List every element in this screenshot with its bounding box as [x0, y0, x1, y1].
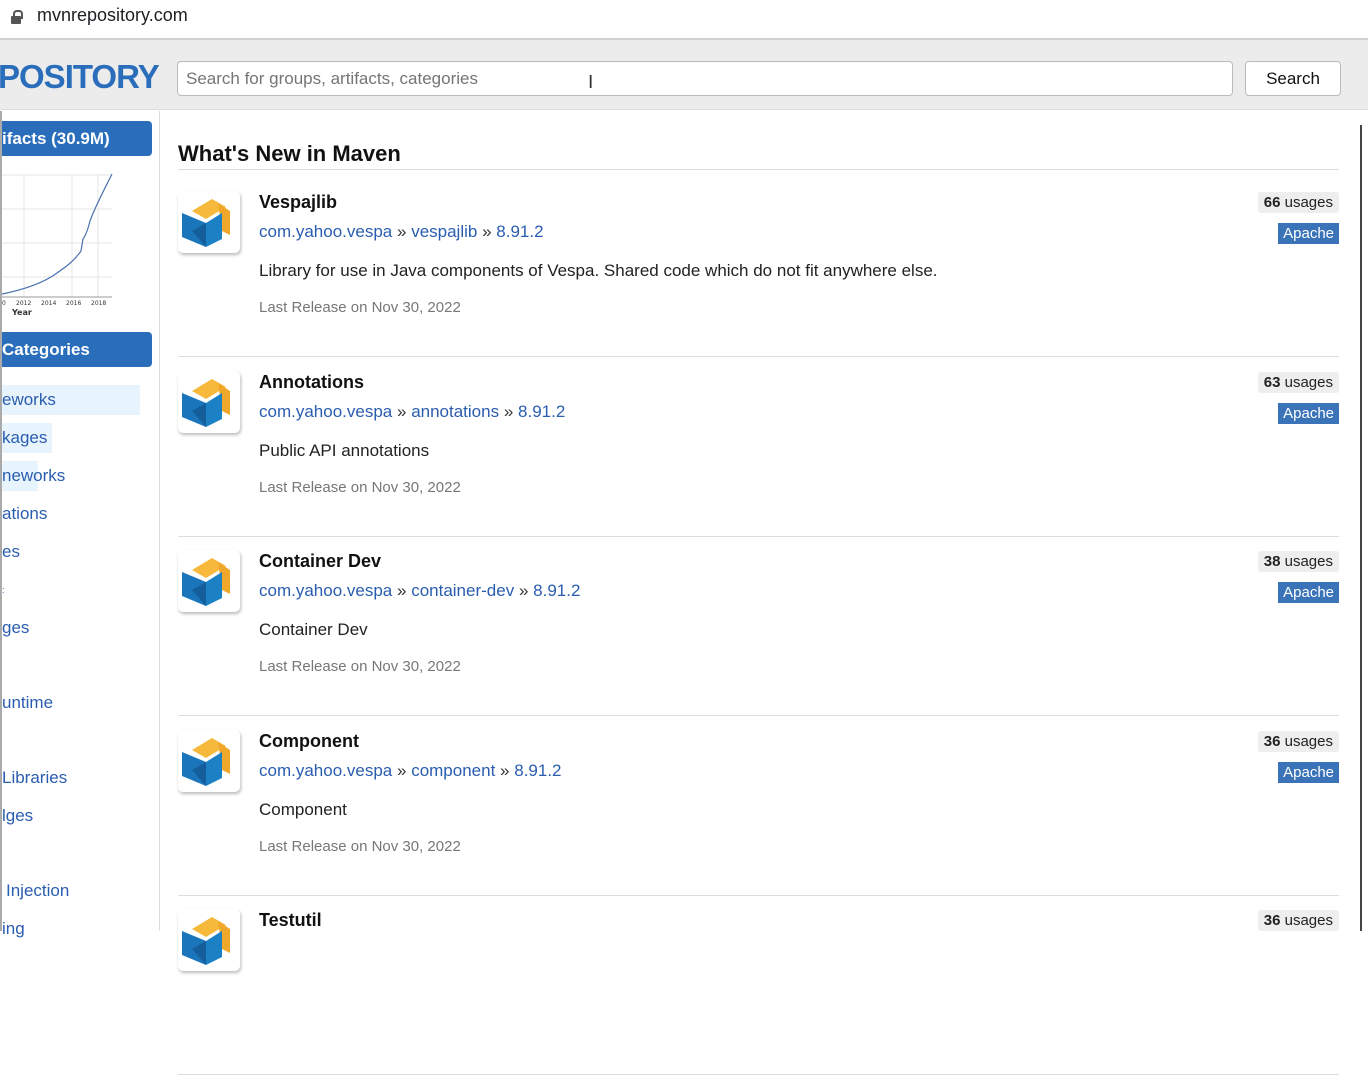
usages-label: usages [1284, 732, 1333, 750]
artifact-description: Component [259, 799, 347, 819]
last-release: Last Release on Nov 30, 2022 [259, 837, 461, 855]
artifact-description: Public API annotations [259, 440, 430, 460]
url-text[interactable]: mvnrepository.com [37, 5, 188, 26]
chart-x-tick: 0 [2, 300, 6, 307]
category-link[interactable]: neworks [2, 461, 66, 491]
category-link[interactable]: es [2, 537, 20, 567]
artifact-link[interactable]: vespajlib [411, 222, 477, 241]
last-release: Last Release on Nov 30, 2022 [259, 658, 461, 675]
site-header: POSITORY Search [0, 40, 1368, 110]
artifact-name[interactable]: Vespajlib [259, 192, 337, 213]
group-link[interactable]: com.yahoo.vespa [259, 222, 392, 241]
artifact-coordinates: com.yahoo.vespa » container-dev » 8.91.2 [259, 581, 581, 600]
usages-count: 38 [1263, 553, 1281, 570]
chart-x-tick: 2018 [91, 300, 106, 307]
license-badge[interactable]: Apache [1278, 223, 1339, 244]
artifact-logo-icon[interactable] [178, 370, 240, 433]
category-link[interactable]: : [2, 575, 5, 605]
artifact-list-item: Vespajlib 66 usages com.yahoo.vespa » vesp… [178, 178, 1339, 357]
usages-count: 36 [1263, 912, 1281, 929]
chart-x-label: Year [11, 308, 32, 317]
usages-count: 63 [1263, 373, 1281, 391]
artifact-coordinates: com.yahoo.vespa » annotations » 8.91.2 [259, 401, 566, 421]
artifact-name[interactable]: Testutil [259, 910, 322, 931]
chart-x-tick: 2012 [16, 300, 31, 307]
artifact-name[interactable]: Annotations [259, 372, 364, 393]
artifact-list-item: Testutil 36 usages [178, 896, 1339, 1075]
artifacts-growth-chart: 0 2012 2014 2016 2018 Year [2, 173, 113, 317]
last-release: Last Release on Nov 30, 2022 [259, 299, 461, 316]
artifact-logo-icon[interactable] [178, 729, 240, 792]
artifact-coordinates: com.yahoo.vespa » vespajlib » 8.91.2 [259, 222, 544, 241]
sidebar: ifacts (30.9M) 0 2012 2014 2016 2018 Yea… [0, 111, 160, 938]
usages-label: usages [1284, 912, 1333, 929]
last-release: Last Release on Nov 30, 2022 [259, 478, 461, 496]
scrollbar[interactable] [1360, 125, 1368, 931]
category-link[interactable]: ing [2, 914, 25, 944]
usages-badge[interactable]: 36 usages [1257, 910, 1339, 931]
usages-badge[interactable]: 66 usages [1257, 192, 1339, 213]
category-link[interactable]: kages [2, 423, 52, 453]
artifact-list-item: Annotations 63 usages com.yahoo.vespa » an… [178, 358, 1339, 537]
version-link[interactable]: 8.91.2 [518, 402, 565, 421]
artifact-list-item: Container Dev 38 usages com.yahoo.vespa » … [178, 537, 1339, 716]
artifact-description: Container Dev [259, 620, 368, 639]
category-link[interactable]: ations [2, 499, 47, 529]
text-cursor-icon: I [588, 72, 594, 93]
artifact-logo-icon[interactable] [178, 550, 240, 612]
site-logo[interactable]: POSITORY [0, 58, 160, 96]
version-link[interactable]: 8.91.2 [496, 222, 543, 241]
group-link[interactable]: com.yahoo.vespa [259, 402, 392, 421]
browser-address-bar[interactable]: mvnrepository.com [0, 0, 1368, 40]
lock-icon [11, 10, 23, 24]
artifact-coordinates: com.yahoo.vespa » component » 8.91.2 [259, 760, 562, 780]
search-button[interactable]: Search [1245, 61, 1341, 96]
artifact-link[interactable]: container-dev [411, 581, 514, 600]
version-link[interactable]: 8.91.2 [533, 581, 580, 600]
group-link[interactable]: com.yahoo.vespa [259, 761, 392, 780]
artifact-logo-icon[interactable] [178, 191, 240, 253]
indexed-artifacts-header[interactable]: ifacts (30.9M) [2, 121, 152, 156]
license-badge[interactable]: Apache [1278, 761, 1339, 783]
artifact-link[interactable]: annotations [411, 402, 499, 421]
usages-label: usages [1284, 553, 1333, 570]
usages-label: usages [1284, 194, 1333, 211]
category-link[interactable]: Injection [6, 876, 69, 906]
license-badge[interactable]: Apache [1278, 402, 1339, 424]
artifact-description: Library for use in Java components of Ve… [259, 261, 938, 280]
chart-x-tick: 2014 [41, 300, 56, 307]
version-link[interactable]: 8.91.2 [514, 761, 561, 780]
artifact-name[interactable]: Container Dev [259, 551, 381, 572]
category-link[interactable]: lges [2, 801, 33, 831]
usages-count: 66 [1263, 194, 1281, 211]
category-link[interactable]: Libraries [2, 763, 67, 793]
usages-badge[interactable]: 63 usages [1257, 371, 1339, 393]
usages-count: 36 [1263, 732, 1281, 750]
artifact-name[interactable]: Component [259, 731, 359, 752]
search-input[interactable] [177, 61, 1233, 96]
chart-x-tick: 2016 [66, 300, 81, 307]
artifact-logo-icon[interactable] [178, 909, 240, 971]
artifact-link[interactable]: component [411, 761, 495, 780]
usages-badge[interactable]: 36 usages [1257, 730, 1339, 752]
usages-label: usages [1284, 373, 1333, 391]
license-badge[interactable]: Apache [1278, 582, 1339, 603]
artifact-list-item: Component 36 usages com.yahoo.vespa » comp… [178, 717, 1339, 896]
group-link[interactable]: com.yahoo.vespa [259, 581, 392, 600]
usages-badge[interactable]: 38 usages [1257, 551, 1339, 572]
category-link[interactable]: eworks [2, 385, 140, 415]
category-link[interactable]: untime [2, 688, 53, 718]
categories-header[interactable]: Categories [2, 332, 152, 367]
category-link[interactable]: ges [2, 613, 29, 643]
page-title: What's New in Maven [178, 141, 1339, 170]
